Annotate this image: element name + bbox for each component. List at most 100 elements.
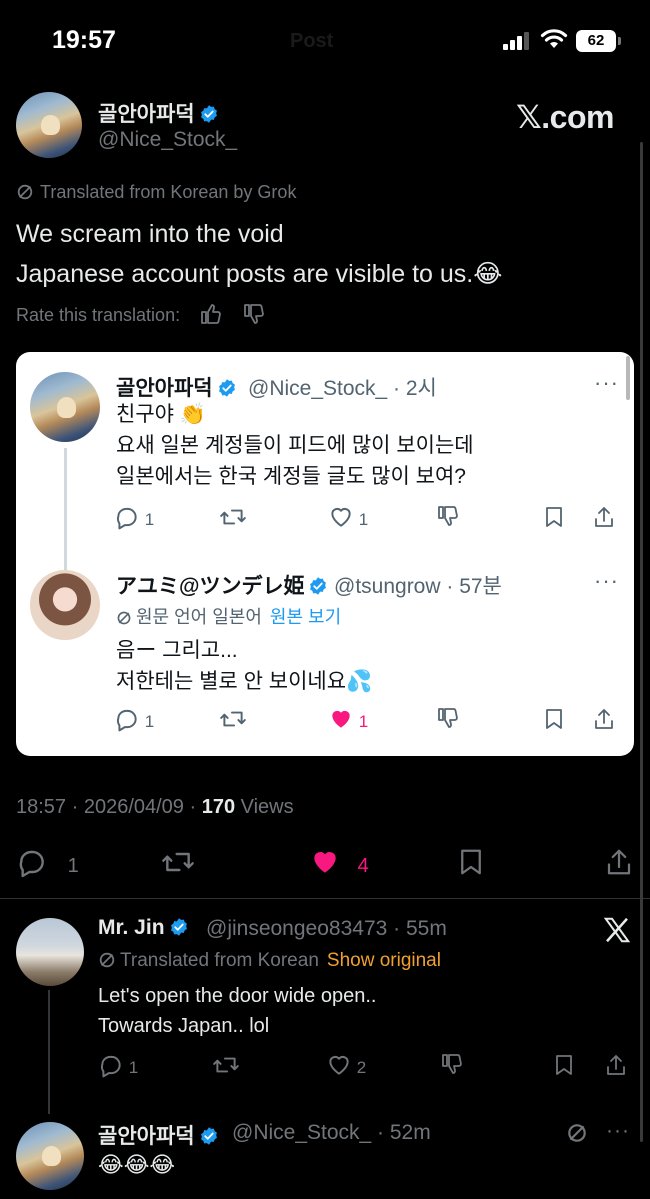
quote2-name-row[interactable]: アユミ@ツンデレ姫	[116, 570, 328, 600]
status-time: 19:57	[52, 26, 116, 54]
post-text-line: Japanese account posts are visible to us…	[16, 260, 503, 288]
post-timestamp: 18:57 · 2026/04/09 ·	[16, 796, 202, 818]
thread-connector	[48, 990, 50, 1114]
x-com-watermark: 𝕏.com	[516, 99, 614, 135]
downvote-button[interactable]	[436, 504, 460, 528]
repost-icon	[220, 711, 246, 727]
share-button[interactable]	[592, 706, 616, 732]
bookmark-button[interactable]	[542, 504, 566, 530]
quote2-actions: 1 1	[16, 706, 634, 734]
verified-badge-icon	[310, 577, 327, 595]
share-icon	[607, 849, 631, 875]
quote1-name-row[interactable]: 골안아파덕	[116, 372, 237, 402]
share-icon	[595, 507, 613, 527]
thumbs-down-icon	[438, 506, 458, 526]
views-count: 170	[201, 796, 236, 818]
repost-icon	[162, 852, 194, 872]
quote1-line: 친구야 👏	[116, 403, 206, 426]
repost-button[interactable]	[219, 706, 247, 732]
quote2-handle-time[interactable]: @tsungrow · 57분	[334, 570, 502, 600]
thumbs-up-icon[interactable]	[199, 302, 223, 326]
show-original-link[interactable]: Show original	[327, 950, 441, 971]
page-scrollbar[interactable]	[640, 142, 643, 1142]
quote1-line: 요새 일본 계정들이 피드에 많이 보이는데	[116, 434, 474, 457]
reply1-line: Towards Japan.. lol	[98, 1015, 270, 1037]
share-button[interactable]	[604, 846, 634, 878]
verified-badge-icon	[200, 105, 217, 123]
quote2-line: 저한테는 별로 안 보이네요💦	[116, 670, 373, 693]
verified-badge-icon	[218, 379, 235, 397]
share-icon	[607, 1055, 625, 1075]
wifi-icon	[540, 29, 568, 48]
card-scrollbar[interactable]	[626, 356, 630, 400]
reply-icon	[19, 850, 44, 878]
section-divider	[0, 898, 650, 899]
downvote-button[interactable]	[436, 706, 460, 730]
reply1-name-row[interactable]: Mr. Jin	[98, 916, 189, 940]
reply-icon	[100, 1055, 121, 1078]
quote2-more-icon[interactable]: ···	[594, 568, 619, 594]
reply-button[interactable]: 1	[98, 1052, 138, 1078]
bookmark-icon	[461, 849, 481, 875]
ghost-page-title: Post	[290, 30, 334, 52]
quote1-text: 친구야 👏 요새 일본 계정들이 피드에 많이 보이는데 일본에서는 한국 계정…	[116, 399, 474, 492]
show-original-link[interactable]: 원본 보기	[270, 607, 341, 627]
quote2-line: 음ー 그리고...	[116, 639, 238, 662]
post-text: We scream into the void Japanese account…	[16, 214, 502, 294]
bookmark-button[interactable]	[456, 846, 486, 878]
reply1-handle-time[interactable]: @jinseongeo83473 · 55m	[206, 917, 447, 941]
repost-button[interactable]	[212, 1052, 240, 1078]
bookmark-button[interactable]	[542, 706, 566, 732]
reply1-translation-row: Translated from Korean Show original	[98, 950, 441, 972]
quote1-handle-time[interactable]: @Nice_Stock_ · 2시	[248, 372, 437, 402]
rate-translation-label: Rate this translation:	[16, 305, 181, 325]
reply2-avatar[interactable]	[16, 1122, 84, 1190]
heart-icon	[331, 507, 351, 527]
reply1-line: Let's open the door wide open..	[98, 985, 377, 1007]
author-handle[interactable]: @Nice_Stock_	[98, 128, 237, 152]
reply2-display-name: 골안아파덕	[98, 1125, 195, 1148]
reply2-name-row[interactable]: 골안아파덕	[98, 1120, 219, 1150]
reply-button[interactable]: 1	[16, 846, 79, 878]
quote1-more-icon[interactable]: ···	[594, 370, 619, 396]
downvote-button[interactable]	[440, 1052, 464, 1076]
reply-button[interactable]: 1	[114, 504, 154, 530]
reply1-avatar[interactable]	[16, 918, 84, 986]
verified-badge-icon	[170, 918, 187, 936]
author-avatar[interactable]	[16, 92, 82, 158]
heart-filled-icon	[332, 710, 350, 728]
like-button[interactable]: 1	[328, 504, 368, 530]
reply2-handle-time[interactable]: @Nice_Stock_ · 52m	[232, 1121, 431, 1145]
quote2-avatar[interactable]	[30, 570, 100, 640]
thumbs-down-icon	[438, 708, 458, 728]
battery-tip	[618, 37, 621, 45]
quote1-avatar[interactable]	[30, 372, 100, 442]
translate-icon	[99, 952, 115, 968]
repost-button[interactable]	[219, 504, 247, 530]
heart-icon	[329, 1055, 349, 1075]
post-text-line: We scream into the void	[16, 220, 284, 248]
translate-icon[interactable]	[566, 1122, 588, 1144]
share-button[interactable]	[592, 504, 616, 530]
like-button[interactable]: 2	[326, 1052, 366, 1078]
grok-translation-label: Translated from Korean by Grok	[16, 182, 296, 203]
quote2-translation-row: 원문 언어 일본어 원본 보기	[116, 603, 341, 629]
thumbs-down-icon	[442, 1054, 462, 1074]
bookmark-button[interactable]	[552, 1052, 576, 1078]
reply-button[interactable]: 1	[114, 706, 154, 732]
reply2-more-icon[interactable]: ···	[606, 1119, 630, 1143]
repost-icon	[220, 509, 246, 525]
battery-indicator: 62	[576, 30, 616, 52]
repost-button[interactable]	[160, 846, 196, 878]
like-button[interactable]: 4	[308, 846, 369, 878]
thumbs-down-icon[interactable]	[242, 302, 266, 326]
quote1-actions: 1 1	[16, 504, 634, 532]
like-button[interactable]: 1	[328, 706, 368, 732]
cellular-signal-icon	[503, 32, 531, 50]
quote2-display-name: アユミ@ツンデレ姫	[116, 575, 305, 598]
author-name-row[interactable]: 골안아파덕	[98, 98, 219, 128]
author-display-name: 골안아파덕	[98, 103, 195, 126]
quote1-line: 일본에서는 한국 계정들 글도 많이 보여?	[116, 465, 466, 488]
share-button[interactable]	[604, 1052, 628, 1078]
quoted-thread-card[interactable]: 골안아파덕 @Nice_Stock_ · 2시 ··· 친구야 👏 요새 일본 …	[16, 352, 634, 756]
